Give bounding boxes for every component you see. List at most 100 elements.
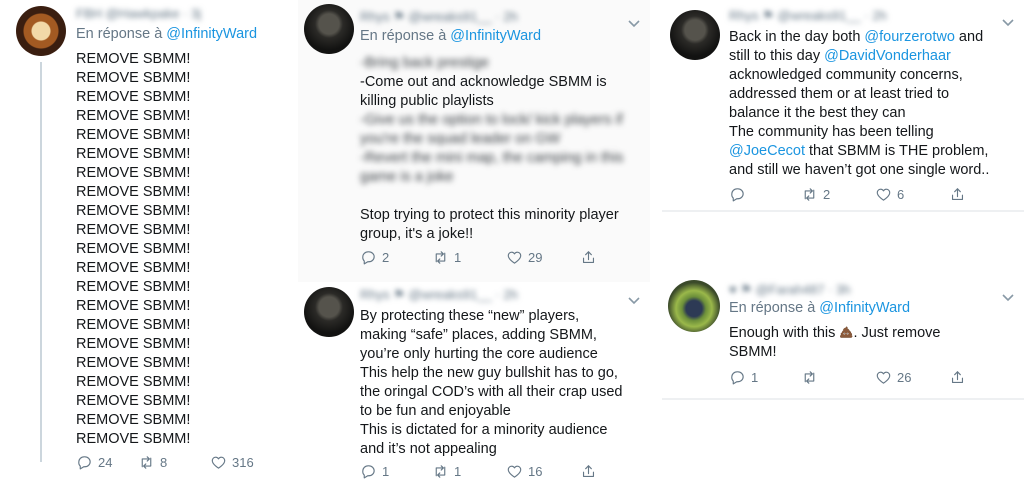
more-options-caret[interactable]: [1002, 14, 1014, 27]
reply-count: 24: [98, 455, 113, 470]
tweet-header: FBH @Hawkpake · 3j: [76, 6, 202, 21]
share-button[interactable]: [580, 463, 597, 480]
heart-icon: [507, 465, 522, 478]
tweet-card[interactable]: Rhys ⚑ @wreaks91__ · 2h En réponse à @In…: [298, 0, 650, 282]
reply-mention-link[interactable]: @InfinityWard: [166, 26, 257, 42]
text-line: REMOVE SBMM!: [76, 241, 191, 257]
text-line: Back in the day both @fourzerotwo and: [729, 28, 989, 47]
like-button[interactable]: 16: [506, 463, 580, 480]
reply-button[interactable]: [729, 186, 801, 203]
text-line: REMOVE SBMM!: [76, 165, 191, 181]
text-line: REMOVE SBMM!: [76, 184, 191, 200]
blurred-text-line: -Revert the mini map, the camping in thi…: [360, 150, 624, 166]
blurred-text-line: game is a joke: [360, 169, 454, 185]
more-options-caret[interactable]: [628, 15, 640, 28]
avatar[interactable]: [16, 6, 66, 56]
text-fragment: . Just remove: [853, 325, 941, 341]
tweet-header: Rhys ⚑ @wreaks91__ · 2h: [360, 287, 518, 302]
text-line: the oringal COD’s with all their crap us…: [360, 384, 623, 400]
reply-icon: [731, 188, 744, 202]
like-count: 26: [897, 370, 912, 385]
like-count: 29: [528, 250, 543, 265]
more-options-caret[interactable]: [1002, 289, 1014, 302]
reply-prefix: En réponse à: [729, 300, 820, 316]
share-button[interactable]: [949, 369, 966, 386]
share-button[interactable]: [580, 249, 597, 266]
text-line: Enough with this . Just remove: [729, 324, 940, 343]
reply-mention-link[interactable]: @InfinityWard: [819, 300, 910, 316]
chevron-down-icon: [1002, 294, 1014, 302]
blurred-text-line: you're the squad leader on GW: [360, 131, 561, 147]
text-line: @JoeCecot that SBMM is THE problem,: [729, 142, 989, 161]
retweet-button[interactable]: [801, 369, 875, 386]
text-line: REMOVE SBMM!: [76, 89, 191, 105]
avatar[interactable]: [670, 10, 720, 60]
text-line: making “safe” places, adding SBMM,: [360, 327, 597, 343]
tweet-card[interactable]: Rhys ⚑ @wreaks91__ · 2h Back in the day …: [662, 0, 1024, 212]
share-icon: [951, 188, 964, 201]
tweet-header: Rhys ⚑ @wreaks91__ · 2h: [729, 8, 887, 23]
more-options-caret[interactable]: [628, 292, 640, 305]
tweet-text: -Bring back prestige -Come out and ackno…: [360, 54, 624, 244]
reply-button[interactable]: 1: [360, 463, 432, 480]
retweet-button[interactable]: 1: [432, 249, 506, 266]
blurred-text-line: -Give us the option to lock/ kick player…: [360, 112, 623, 128]
text-fragment: still to this day: [729, 48, 825, 64]
retweet-icon: [435, 251, 446, 264]
reply-count: 2: [382, 250, 390, 265]
thread-line: [40, 62, 42, 462]
text-line: REMOVE SBMM!: [76, 336, 191, 352]
text-fragment: that SBMM is THE problem,: [804, 143, 989, 159]
text-line: REMOVE SBMM!: [76, 51, 191, 67]
like-button[interactable]: 316: [210, 454, 254, 471]
like-button[interactable]: 6: [875, 186, 949, 203]
like-button[interactable]: 26: [875, 369, 949, 386]
avatar[interactable]: [304, 4, 354, 54]
reply-button[interactable]: 2: [360, 249, 432, 266]
like-count: 16: [528, 464, 543, 479]
tweet-card[interactable]: FBH @Hawkpake · 3j En réponse à @Infinit…: [0, 0, 300, 491]
text-line: REMOVE SBMM!: [76, 146, 191, 162]
reply-prefix: En réponse à: [360, 28, 451, 44]
text-fragment: and: [954, 29, 984, 45]
text-line: REMOVE SBMM!: [76, 127, 191, 143]
reply-count: 1: [751, 370, 759, 385]
retweet-icon: [804, 371, 815, 384]
text-line: This is dictated for a minority audience: [360, 422, 608, 438]
reply-mention-link[interactable]: @InfinityWard: [450, 28, 541, 44]
text-line: REMOVE SBMM!: [76, 108, 191, 124]
pile-of-poo-emoji-icon: [840, 325, 853, 338]
like-button[interactable]: 29: [506, 249, 580, 266]
retweet-icon: [141, 456, 152, 469]
like-count: 6: [897, 187, 905, 202]
text-line: This help the new guy bullshit has to go…: [360, 365, 618, 381]
tweet-card[interactable]: ♥ ⚑ @Farah487 · 3h En réponse à @Infinit…: [662, 270, 1024, 400]
mention-link[interactable]: @DavidVonderhaar: [824, 48, 951, 64]
chevron-down-icon: [628, 297, 640, 305]
mention-link[interactable]: @fourzerotwo: [864, 29, 954, 45]
retweet-button[interactable]: 1: [432, 463, 506, 480]
share-button[interactable]: [949, 186, 966, 203]
text-line: REMOVE SBMM!: [76, 70, 191, 86]
reply-context: En réponse à @InfinityWard: [360, 28, 541, 44]
heart-icon: [876, 188, 891, 201]
tweet-text: By protecting these “new” players, makin…: [360, 307, 622, 459]
reply-button[interactable]: 1: [729, 369, 801, 386]
text-line: REMOVE SBMM!: [76, 279, 191, 295]
text-line: REMOVE SBMM!: [76, 374, 191, 390]
retweet-count: 2: [823, 187, 831, 202]
retweet-button[interactable]: 2: [801, 186, 875, 203]
reply-button[interactable]: 24: [76, 454, 138, 471]
tweet-actions: 1 1 16: [360, 463, 597, 480]
avatar[interactable]: [668, 280, 720, 332]
mention-link[interactable]: @JoeCecot: [729, 143, 805, 159]
text-line: REMOVE SBMM!: [76, 393, 191, 409]
tweet-text: REMOVE SBMM! REMOVE SBMM! REMOVE SBMM! R…: [76, 50, 190, 449]
tweet-header: Rhys ⚑ @wreaks91__ · 2h: [360, 9, 518, 24]
tweet-card[interactable]: Rhys ⚑ @wreaks91__ · 2h By protecting th…: [298, 282, 650, 491]
text-line: killing public playlists: [360, 93, 494, 109]
tweet-text: Back in the day both @fourzerotwo and st…: [729, 28, 989, 180]
retweet-button[interactable]: 8: [138, 454, 210, 471]
avatar[interactable]: [304, 287, 354, 337]
